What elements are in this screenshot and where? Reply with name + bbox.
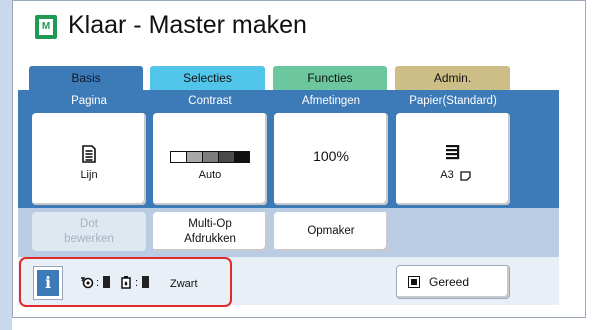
opmaker-label: Opmaker	[307, 225, 355, 237]
document-lines-icon	[82, 145, 96, 163]
lower-button-bar: Dot bewerken Multi-Op Afdrukken Opmaker	[18, 208, 559, 257]
info-icon: i	[44, 273, 52, 292]
right-side-strip	[586, 0, 604, 330]
master-icon-letter: M	[41, 21, 51, 32]
tab-functies[interactable]: Functies	[273, 66, 387, 90]
info-button[interactable]: i	[34, 267, 62, 299]
dot-bewerken-button[interactable]: Dot bewerken	[32, 212, 146, 251]
contrast-value: Auto	[198, 169, 222, 181]
papier-button[interactable]: A3	[396, 113, 510, 205]
tab-basis[interactable]: Basis	[29, 66, 143, 90]
ink-colon: :	[135, 277, 139, 289]
basis-settings-area: Pagina Contrast Afmetingen Papier(Standa…	[18, 90, 559, 257]
afmetingen-label: Afmetingen	[301, 95, 361, 107]
left-side-strip	[0, 0, 12, 330]
papier-value: A3	[440, 169, 454, 181]
drum-ink-level-icon	[103, 276, 110, 288]
dot-bewerken-line1: Dot	[80, 218, 98, 230]
tab-selecties[interactable]: Selecties	[150, 66, 265, 90]
title-bar: M Klaar - Master maken	[13, 1, 585, 57]
gereed-icon	[408, 276, 420, 288]
dot-bewerken-line2: bewerken	[64, 233, 114, 245]
multi-op-line1: Multi-Op	[188, 218, 232, 230]
pagina-value: Lijn	[80, 169, 98, 181]
master-icon: M	[35, 15, 57, 39]
page-title: Klaar - Master maken	[68, 11, 307, 39]
contrast-label: Contrast	[188, 95, 232, 107]
tab-bar: Basis Selecties Functies Admin.	[29, 66, 525, 90]
opmaker-button[interactable]: Opmaker	[274, 212, 388, 251]
drum-colon: :	[96, 277, 100, 289]
ink-level-icon	[142, 276, 149, 288]
ink-color-label: Zwart	[170, 278, 198, 290]
multi-op-line2: Afdrukken	[184, 233, 236, 245]
gereed-label: Gereed	[429, 275, 470, 289]
afmetingen-button[interactable]: 100%	[274, 113, 388, 205]
contrast-scale-icon	[170, 151, 250, 163]
afmetingen-value: 100%	[313, 148, 349, 164]
tab-admin[interactable]: Admin.	[395, 66, 510, 90]
paper-tray-icon	[446, 145, 460, 160]
contrast-button[interactable]: Auto	[153, 113, 267, 205]
gereed-button[interactable]: Gereed	[396, 265, 510, 299]
pagina-button[interactable]: Lijn	[32, 113, 146, 205]
landscape-paper-icon	[460, 171, 471, 181]
papier-label: Papier(Standard)	[409, 95, 497, 107]
ink-cartridge-icon	[121, 276, 131, 289]
drum-icon	[81, 277, 94, 289]
pagina-label: Pagina	[71, 95, 107, 107]
multi-op-afdrukken-button[interactable]: Multi-Op Afdrukken	[153, 212, 267, 251]
